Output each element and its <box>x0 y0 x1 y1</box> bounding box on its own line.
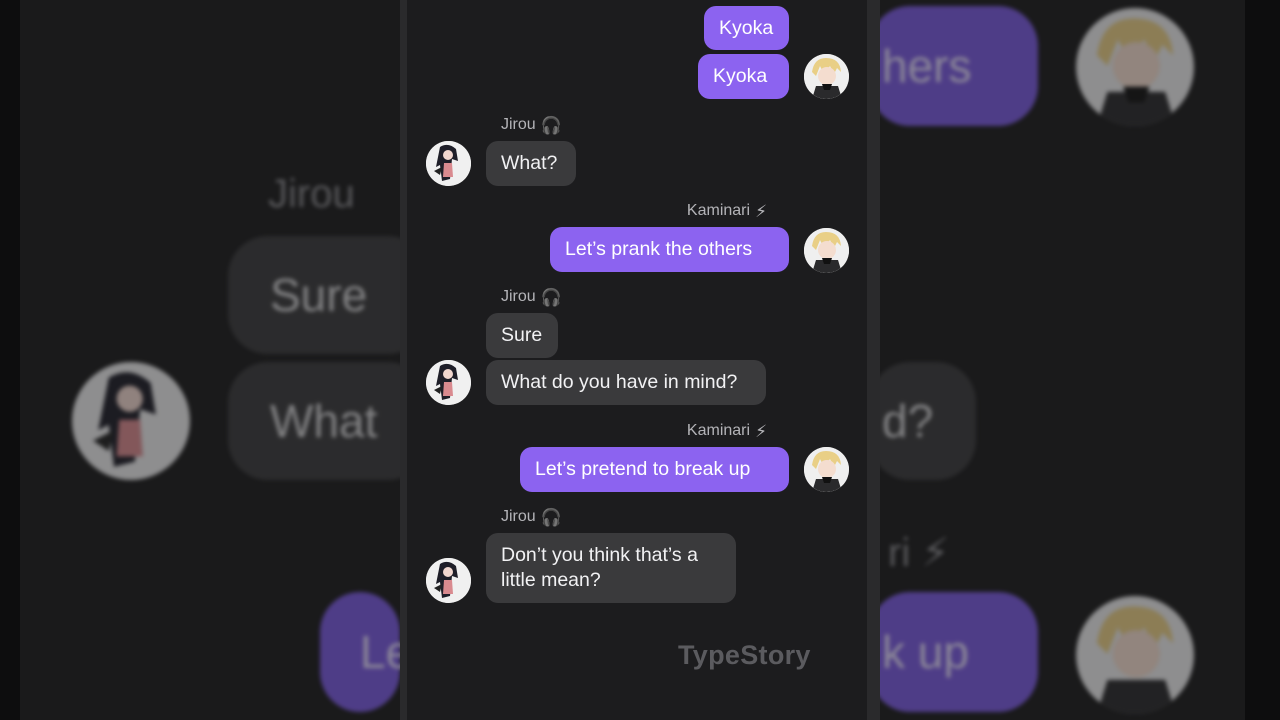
chat-screen[interactable]: Kyoka Kyoka Jirou 🎧 What? Kaminari ⚡ Let… <box>407 0 867 720</box>
sender-name-jirou: Jirou 🎧 <box>501 116 562 134</box>
lightning-icon: ⚡ <box>755 201 767 221</box>
sender-name-label: Jirou <box>501 508 536 525</box>
jirou-avatar-icon[interactable] <box>426 558 471 603</box>
message-bubble-received[interactable]: Sure <box>486 313 558 358</box>
typestory-watermark: TypeStory <box>678 640 811 670</box>
phone-edge-left <box>400 0 407 720</box>
headphones-icon: 🎧 <box>540 115 562 135</box>
sender-name-label: Jirou <box>501 116 536 133</box>
background-sender-name: ri ⚡ <box>888 531 950 575</box>
kaminari-avatar-icon[interactable] <box>804 447 849 492</box>
sender-name-jirou: Jirou 🎧 <box>501 288 562 306</box>
sender-name-label: Kaminari <box>686 202 751 219</box>
background-bubble: Le <box>320 592 411 712</box>
sender-name-label: Kaminari <box>686 422 751 439</box>
background-bubble: k up <box>870 592 1038 712</box>
headphones-icon: 🎧 <box>540 507 562 527</box>
sender-name-kaminari: Kaminari ⚡ <box>637 202 767 220</box>
message-bubble-sent[interactable]: Kyoka <box>704 6 789 50</box>
message-bubble-received[interactable]: What? <box>486 141 576 186</box>
jirou-avatar-icon[interactable] <box>426 360 471 405</box>
background-bubble: d? <box>870 362 976 480</box>
kaminari-avatar-icon <box>1076 596 1194 714</box>
background-bubble: hers <box>870 6 1038 126</box>
jirou-avatar-icon[interactable] <box>426 141 471 186</box>
jirou-avatar-icon <box>72 362 190 480</box>
message-bubble-sent[interactable]: Kyoka <box>698 54 789 99</box>
background-bubble: What <box>228 362 428 480</box>
message-bubble-sent[interactable]: Let’s prank the others <box>550 227 789 272</box>
sender-name-jirou: Jirou 🎧 <box>501 508 562 526</box>
headphones-icon: 🎧 <box>540 287 562 307</box>
phone-edge-right <box>867 0 880 720</box>
lightning-icon: ⚡ <box>755 421 767 441</box>
background-sender-name: Jirou <box>268 172 355 216</box>
message-bubble-received[interactable]: Don’t you think that’s a little mean? <box>486 533 736 603</box>
message-bubble-sent[interactable]: Let’s pretend to break up <box>520 447 789 492</box>
background-bubble: Sure <box>228 236 428 354</box>
sender-name-kaminari: Kaminari ⚡ <box>637 422 767 440</box>
kaminari-avatar-icon <box>1076 8 1194 126</box>
kaminari-avatar-icon[interactable] <box>804 54 849 99</box>
message-bubble-received[interactable]: What do you have in mind? <box>486 360 766 405</box>
sender-name-label: Jirou <box>501 288 536 305</box>
kaminari-avatar-icon[interactable] <box>804 228 849 273</box>
